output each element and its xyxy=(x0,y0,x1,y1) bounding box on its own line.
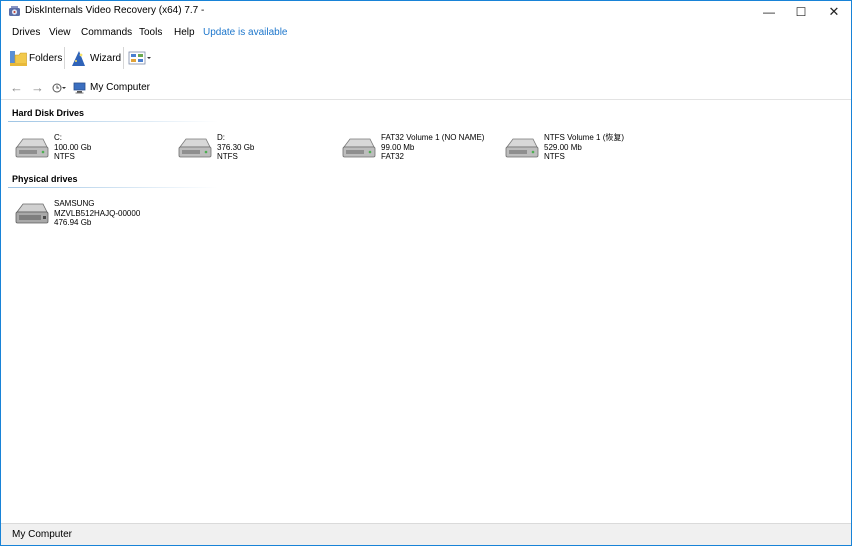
hard-disk-section-title: Hard Disk Drives xyxy=(12,108,85,118)
drive-item-d[interactable]: D: 376.30 Gb NTFS xyxy=(177,133,332,171)
computer-icon xyxy=(73,82,86,94)
folders-label: Folders xyxy=(29,52,63,64)
toolbar-separator xyxy=(123,47,124,69)
drive-info: NTFS Volume 1 (恢复) 529.00 Mb NTFS xyxy=(544,133,624,162)
drive-size: 476.94 Gb xyxy=(54,218,92,227)
drive-size: 99.00 Mb xyxy=(381,142,415,152)
menu-drives[interactable]: Drives xyxy=(12,27,40,38)
forward-arrow-icon[interactable]: → xyxy=(31,80,44,95)
update-available-link[interactable]: Update is available xyxy=(203,27,288,38)
view-mode-icon xyxy=(128,51,151,65)
drive-model: MZVLB512HAJQ-00000 xyxy=(54,208,141,218)
app-icon xyxy=(9,6,20,16)
drive-item-c[interactable]: C: 100.00 Gb NTFS xyxy=(14,133,169,171)
minimize-button[interactable]: — xyxy=(753,1,785,23)
hard-drive-icon xyxy=(505,138,539,158)
history-icon[interactable] xyxy=(51,82,67,94)
drive-size: 529.00 Mb xyxy=(544,142,582,152)
status-bar: My Computer xyxy=(1,523,851,545)
drive-filesystem: NTFS xyxy=(54,152,75,161)
hard-drive-icon xyxy=(342,138,376,158)
menu-tools[interactable]: Tools xyxy=(139,27,162,38)
drive-name: FAT32 Volume 1 (NO NAME) xyxy=(381,133,485,142)
menu-commands[interactable]: Commands xyxy=(81,27,132,38)
view-mode-button[interactable] xyxy=(128,46,152,70)
app-window: DiskInternals Video Recovery (x64) 7.7 -… xyxy=(0,0,852,546)
drive-size: 376.30 Gb xyxy=(217,142,255,152)
wizard-button[interactable]: Wizard xyxy=(69,46,121,70)
maximize-button[interactable]: ☐ xyxy=(785,1,817,23)
hard-drive-icon xyxy=(15,138,49,158)
drive-filesystem: FAT32 xyxy=(381,152,404,161)
drive-filesystem: NTFS xyxy=(544,152,565,161)
drive-name: NTFS Volume 1 (恢复) xyxy=(544,133,625,142)
drive-size: 100.00 Gb xyxy=(54,142,92,152)
wizard-icon xyxy=(72,50,85,66)
physical-drives-section-title: Physical drives xyxy=(12,174,78,184)
wizard-label: Wizard xyxy=(90,52,122,64)
drive-name: SAMSUNG xyxy=(54,199,95,208)
drive-info: FAT32 Volume 1 (NO NAME) 99.00 Mb FAT32 xyxy=(381,133,484,162)
menu-bar: Drives View Commands Tools Help Update i… xyxy=(1,24,851,42)
toolbar: Folders Wizard xyxy=(1,43,851,73)
location-label: My Computer xyxy=(90,82,151,93)
physical-drive-samsung[interactable]: SAMSUNG MZVLB512HAJQ-00000 476.94 Gb xyxy=(14,199,169,237)
status-text: My Computer xyxy=(12,529,73,540)
drive-info: D: 376.30 Gb NTFS xyxy=(217,133,254,162)
drive-item-ntfs-volume[interactable]: NTFS Volume 1 (恢复) 529.00 Mb NTFS xyxy=(504,133,659,171)
section-divider xyxy=(8,121,218,122)
drive-info: C: 100.00 Gb NTFS xyxy=(54,133,91,162)
physical-drive-icon xyxy=(15,203,49,224)
navigation-bar: ← → My Computer xyxy=(1,77,851,100)
drive-item-fat32-volume[interactable]: FAT32 Volume 1 (NO NAME) 99.00 Mb FAT32 xyxy=(341,133,496,171)
hard-drive-icon xyxy=(178,138,212,158)
back-arrow-icon[interactable]: ← xyxy=(10,80,23,95)
drive-name: D: xyxy=(217,133,225,142)
drive-filesystem: NTFS xyxy=(217,152,238,161)
menu-view[interactable]: View xyxy=(49,27,71,38)
drive-name: C: xyxy=(54,133,62,142)
folders-icon xyxy=(10,50,27,66)
drive-info: SAMSUNG MZVLB512HAJQ-00000 476.94 Gb xyxy=(54,199,140,228)
close-button[interactable]: ✕ xyxy=(818,1,850,23)
title-bar[interactable]: DiskInternals Video Recovery (x64) 7.7 -… xyxy=(1,1,851,23)
menu-help[interactable]: Help xyxy=(174,27,195,38)
folders-button[interactable]: Folders xyxy=(9,46,62,70)
window-title: DiskInternals Video Recovery (x64) 7.7 - xyxy=(25,5,205,16)
section-divider xyxy=(8,187,218,188)
toolbar-separator xyxy=(64,47,65,69)
